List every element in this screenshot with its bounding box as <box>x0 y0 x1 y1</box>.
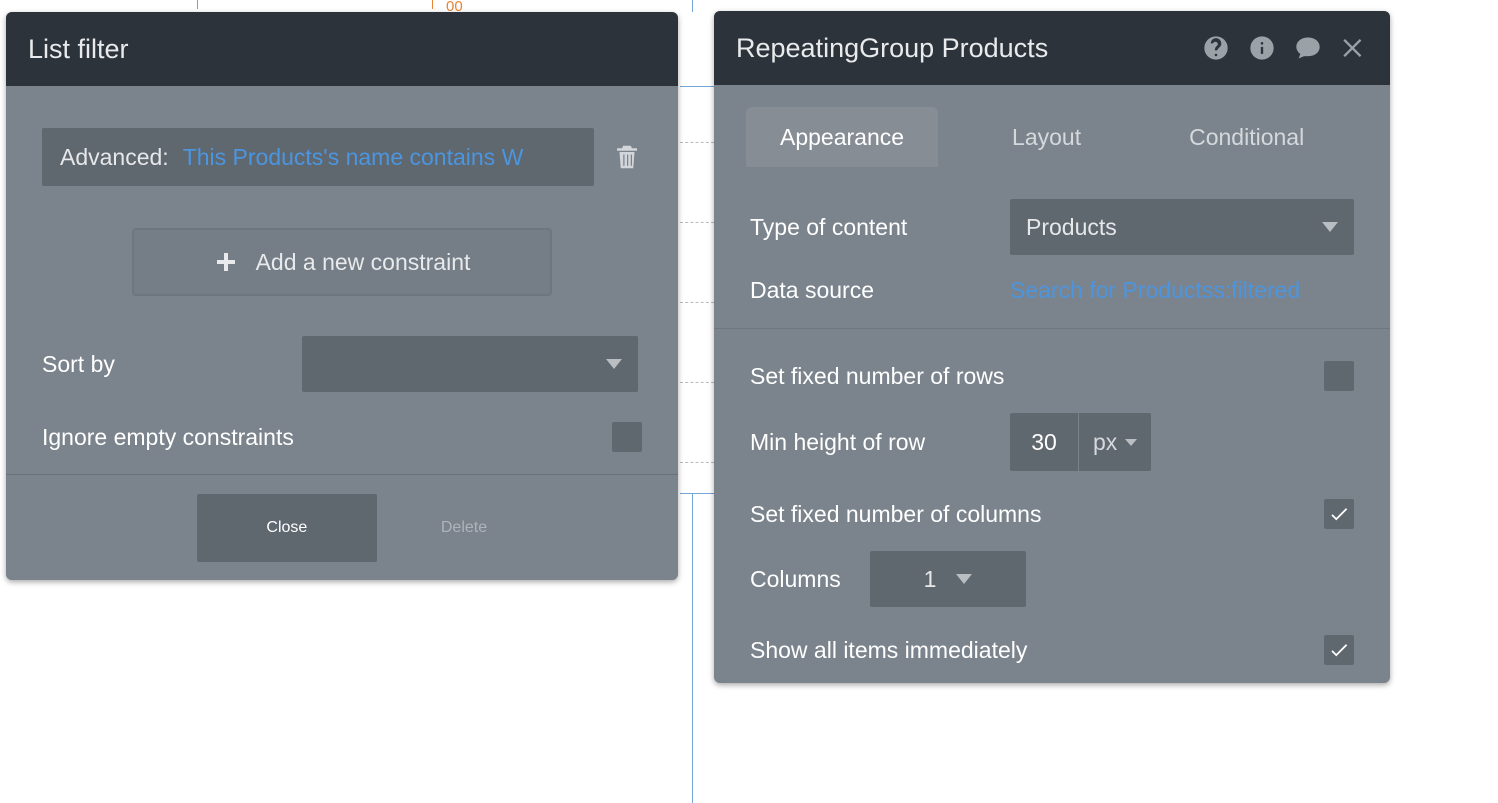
chevron-down-icon <box>606 359 622 369</box>
sort-by-label: Sort by <box>42 351 302 378</box>
constraint-prefix: Advanced: <box>60 144 169 171</box>
ruler-tick <box>197 0 198 9</box>
edge-guide <box>680 86 714 87</box>
type-of-content-value: Products <box>1026 214 1117 241</box>
vertical-guide <box>692 493 693 803</box>
plus-icon <box>214 250 238 274</box>
constraint-expression[interactable]: Advanced: This Products's name contains … <box>42 128 594 186</box>
vertical-guide <box>692 0 693 12</box>
ignore-row: Ignore empty constraints <box>42 422 642 452</box>
property-editor-panel: RepeatingGroup Products Appearance Layou… <box>714 11 1390 683</box>
tabs: Appearance Layout Conditional <box>730 107 1374 167</box>
data-source-row: Data source Search for Productss:filtere… <box>750 277 1354 304</box>
columns-value: 1 <box>924 566 937 593</box>
info-icon[interactable] <box>1248 34 1276 62</box>
chevron-down-icon <box>1125 439 1137 446</box>
add-constraint-button[interactable]: Add a new constraint <box>132 228 552 296</box>
min-height-value: 30 <box>1010 429 1078 456</box>
panel-title: List filter <box>28 34 129 65</box>
ruler-tick <box>432 0 433 9</box>
min-height-row: Min height of row 30 px <box>750 413 1354 471</box>
trash-icon[interactable] <box>612 142 642 172</box>
min-height-label: Min height of row <box>750 429 1010 456</box>
columns-label: Columns <box>750 566 870 593</box>
dash-guide <box>680 302 714 303</box>
dash-guide <box>680 462 714 463</box>
tab-layout[interactable]: Layout <box>978 107 1115 167</box>
columns-row: Columns 1 <box>750 551 1354 607</box>
unit-label: px <box>1093 429 1117 456</box>
type-of-content-select[interactable]: Products <box>1010 199 1354 255</box>
constraint-value: This Products's name contains W <box>183 144 524 171</box>
data-source-label: Data source <box>750 277 1010 304</box>
min-height-unit-select[interactable]: px <box>1078 413 1151 471</box>
delete-button[interactable]: Delete <box>441 519 487 537</box>
min-height-input[interactable]: 30 px <box>1010 413 1151 471</box>
dash-guide <box>680 142 714 143</box>
fixed-cols-row: Set fixed number of columns <box>750 499 1354 529</box>
list-filter-footer: Close Delete <box>6 474 678 580</box>
tab-label: Appearance <box>780 124 904 151</box>
ignore-label: Ignore empty constraints <box>42 424 612 451</box>
delete-label: Delete <box>441 519 487 536</box>
edge-guide <box>680 493 714 494</box>
tab-conditional[interactable]: Conditional <box>1155 107 1338 167</box>
fixed-cols-checkbox[interactable] <box>1324 499 1354 529</box>
fixed-cols-label: Set fixed number of columns <box>750 501 1324 528</box>
property-body: Appearance Layout Conditional Type of co… <box>714 107 1390 665</box>
show-all-checkbox[interactable] <box>1324 635 1354 665</box>
sort-by-select[interactable] <box>302 336 638 392</box>
fixed-rows-checkbox[interactable] <box>1324 361 1354 391</box>
show-all-row: Show all items immediately <box>750 635 1354 665</box>
dash-guide <box>680 222 714 223</box>
close-button[interactable]: Close <box>197 494 377 562</box>
check-icon <box>1328 639 1350 661</box>
add-constraint-label: Add a new constraint <box>256 249 471 276</box>
tab-label: Conditional <box>1189 124 1304 151</box>
panel-header[interactable]: RepeatingGroup Products <box>714 11 1390 85</box>
chevron-down-icon <box>1322 222 1338 232</box>
tab-appearance[interactable]: Appearance <box>746 107 938 167</box>
comment-icon[interactable] <box>1294 34 1322 62</box>
help-icon[interactable] <box>1202 34 1230 62</box>
element-title: RepeatingGroup Products <box>736 33 1048 64</box>
list-filter-panel: List filter Advanced: This Products's na… <box>6 12 678 580</box>
tab-label: Layout <box>1012 124 1081 151</box>
fixed-rows-row: Set fixed number of rows <box>750 361 1354 391</box>
close-icon[interactable] <box>1340 34 1368 62</box>
chevron-down-icon <box>956 574 972 584</box>
data-source-expression[interactable]: Search for Productss:filtered <box>1010 277 1300 304</box>
constraint-row: Advanced: This Products's name contains … <box>42 128 642 186</box>
sort-by-row: Sort by <box>42 336 642 392</box>
check-icon <box>1328 503 1350 525</box>
list-filter-body: Advanced: This Products's name contains … <box>6 128 678 452</box>
type-of-content-row: Type of content Products <box>750 199 1354 255</box>
ignore-checkbox[interactable] <box>612 422 642 452</box>
columns-select[interactable]: 1 <box>870 551 1026 607</box>
header-icons <box>1202 34 1368 62</box>
panel-header[interactable]: List filter <box>6 12 678 86</box>
type-of-content-label: Type of content <box>750 214 1010 241</box>
fixed-rows-label: Set fixed number of rows <box>750 363 1324 390</box>
show-all-label: Show all items immediately <box>750 637 1324 664</box>
close-label: Close <box>266 519 307 537</box>
dash-guide <box>680 382 714 383</box>
